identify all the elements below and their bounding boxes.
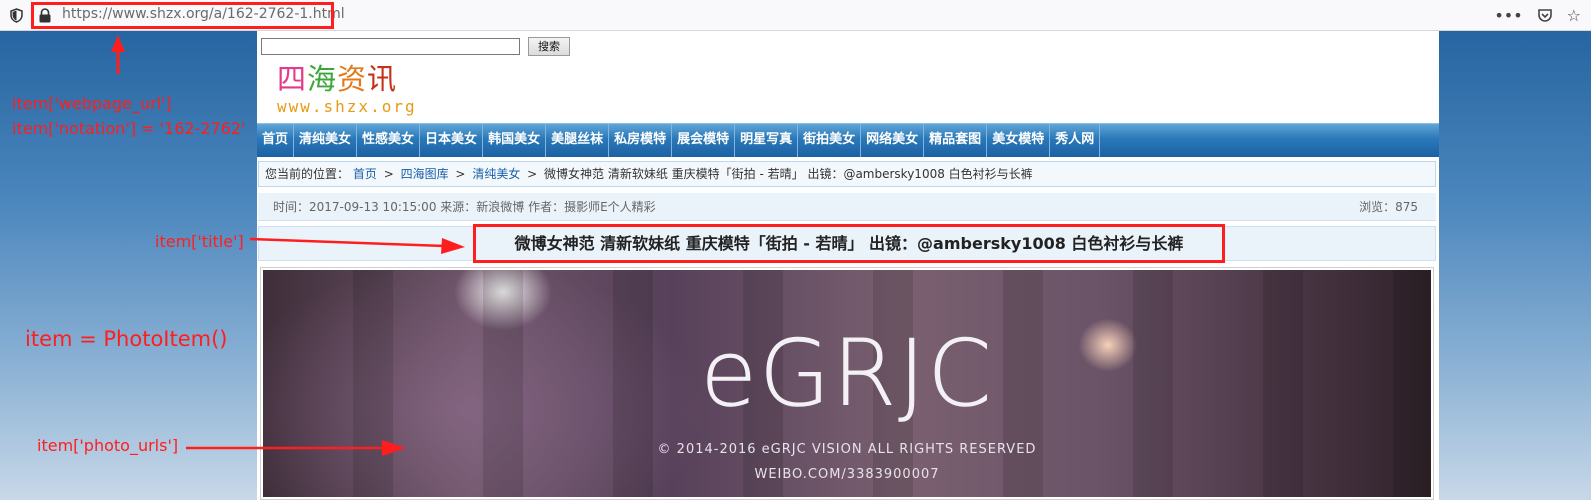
breadcrumb-link-home[interactable]: 首页 (353, 167, 377, 181)
meta-info: 时间：2017-09-13 10:15:00 来源：新浪微博 作者：摄影师E个人… (273, 200, 656, 214)
photo-weibo: WEIBO.COM/3383900007 (754, 467, 940, 482)
main-nav: 首页 清纯美女 性感美女 日本美女 韩国美女 美腿丝袜 私房模特 展会模特 明星… (257, 123, 1439, 157)
title-highlight-box: 微博女神范 清新软妹纸 重庆模特「街拍 - 若晴」 出镜：@ambersky10… (473, 224, 1225, 263)
nav-item-home[interactable]: 首页 (257, 124, 295, 157)
star-icon[interactable]: ☆ (1567, 8, 1581, 24)
breadcrumb-separator: > (455, 167, 466, 181)
nav-item[interactable]: 日本美女 (420, 124, 484, 157)
breadcrumb-separator: > (527, 167, 538, 181)
logo-domain: www.shzx.org (277, 97, 417, 116)
view-count: 浏览：875 (1359, 200, 1418, 214)
breadcrumb-current: 微博女神范 清新软妹纸 重庆模特「街拍 - 若晴」 出镜：@ambersky10… (544, 167, 1033, 181)
nav-item[interactable]: 展会模特 (672, 124, 736, 157)
nav-item[interactable]: 秀人网 (1050, 124, 1101, 157)
site-logo[interactable]: 四海资讯 www.shzx.org (277, 63, 477, 123)
arrow-url-head (111, 35, 125, 52)
nav-item[interactable]: 私房模特 (609, 124, 673, 157)
nav-item[interactable]: 街拍美女 (798, 124, 862, 157)
article-photo[interactable]: eGRJC © 2014-2016 eGRJC VISION ALL RIGHT… (263, 270, 1431, 497)
breadcrumb-prefix: 您当前的位置： (265, 167, 350, 181)
logo-title: 四海资讯 (277, 62, 398, 96)
nav-item[interactable]: 清纯美女 (294, 124, 358, 157)
nav-item[interactable]: 韩国美女 (483, 124, 547, 157)
article-title: 微博女神范 清新软妹纸 重庆模特「街拍 - 若晴」 出镜：@ambersky10… (514, 234, 1184, 253)
breadcrumb-link-category[interactable]: 清纯美女 (472, 167, 520, 181)
nav-item[interactable]: 性感美女 (357, 124, 421, 157)
nav-item[interactable]: 美腿丝袜 (546, 124, 610, 157)
search-button[interactable]: 搜索 (528, 36, 570, 56)
nav-item[interactable]: 美女模特 (987, 124, 1051, 157)
breadcrumb: 您当前的位置： 首页 > 四海图库 > 清纯美女 > 微博女神范 清新软妹纸 重… (258, 161, 1436, 187)
search-input[interactable] (261, 37, 520, 55)
annotation-title: item['title'] (155, 232, 244, 251)
shield-icon[interactable] (10, 8, 23, 23)
nav-item[interactable]: 精品套图 (924, 124, 988, 157)
nav-item[interactable]: 明星写真 (735, 124, 799, 157)
article-meta: 时间：2017-09-13 10:15:00 来源：新浪微博 作者：摄影师E个人… (258, 193, 1436, 221)
photo-copyright: © 2014-2016 eGRJC VISION ALL RIGHTS RESE… (657, 442, 1037, 457)
breadcrumb-separator: > (383, 167, 394, 181)
annotation-notation: item['notation'] = '162-2762' (12, 119, 246, 138)
annotation-photo-urls: item['photo_urls'] (37, 436, 179, 455)
annotation-webpage-url: item['webpage_url'] (12, 94, 172, 113)
pocket-icon[interactable] (1537, 7, 1553, 26)
url-highlight-box (31, 2, 334, 29)
photo-watermark-logo: eGRJC (700, 320, 994, 427)
browser-actions: ••• ☆ (1494, 7, 1581, 25)
photo-frame: eGRJC © 2014-2016 eGRJC VISION ALL RIGHT… (260, 267, 1434, 500)
web-page: 搜索 四海资讯 www.shzx.org 首页 清纯美女 性感美女 日本美女 韩… (257, 31, 1439, 500)
article-title-bar: 微博女神范 清新软妹纸 重庆模特「街拍 - 若晴」 出镜：@ambersky10… (258, 224, 1436, 263)
breadcrumb-link-gallery[interactable]: 四海图库 (401, 167, 449, 181)
more-icon[interactable]: ••• (1494, 8, 1522, 24)
annotation-item: item = PhotoItem() (25, 327, 228, 351)
nav-item[interactable]: 网络美女 (861, 124, 925, 157)
search-row: 搜索 (261, 36, 570, 56)
